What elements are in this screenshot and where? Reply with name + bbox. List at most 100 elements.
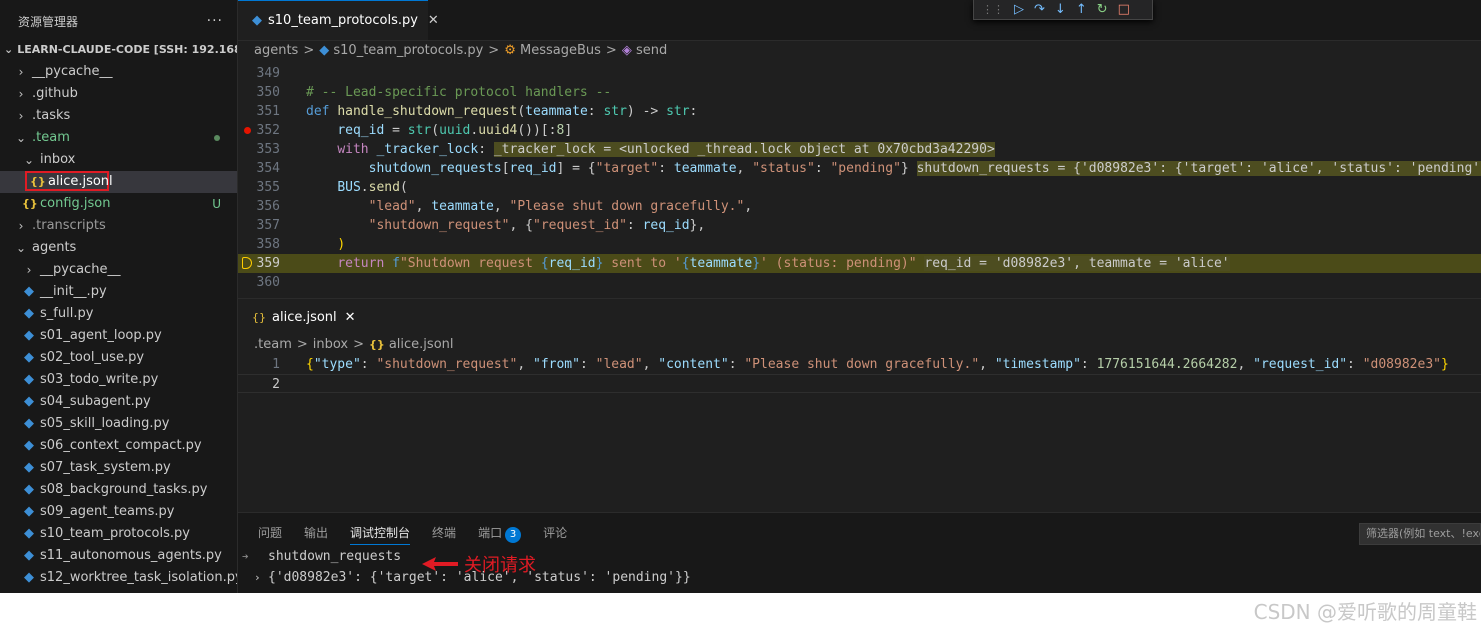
python-file-icon: ◆ bbox=[24, 482, 34, 497]
panel-tabs: 问题 输出 调试控制台 终端 端口 3 评论 bbox=[258, 525, 567, 545]
code-line: 1 {"type": "shutdown_request", "from": "l… bbox=[272, 357, 1449, 372]
json-file-icon: {} bbox=[22, 197, 38, 210]
chevron-down-icon: ⌄ bbox=[4, 43, 14, 56]
chevron-right-icon: › bbox=[18, 87, 24, 101]
breadcrumb-item[interactable]: alice.jsonl bbox=[389, 337, 454, 352]
json-file-icon: {} bbox=[369, 338, 385, 351]
tree-file-s04[interactable]: ◆ s04_subagent.py bbox=[0, 391, 237, 413]
breadcrumb-separator: > bbox=[303, 43, 315, 58]
python-file-icon: ◆ bbox=[24, 438, 34, 453]
tree-file-s12[interactable]: ◆ s12_worktree_task_isolation.py bbox=[0, 567, 237, 589]
filter-input[interactable]: 筛选器(例如 text、!exclude bbox=[1359, 523, 1481, 545]
tree-folder-tasks[interactable]: › .tasks bbox=[0, 105, 237, 127]
stop-icon[interactable]: □ bbox=[1118, 1, 1130, 19]
debug-toolbar: ⋮⋮ ▷ ↷ ↓ ↑ ↻ □ bbox=[973, 0, 1153, 20]
editor-tab-bar: ◆ s10_team_protocols.py ✕ bbox=[238, 0, 1481, 41]
code-line: 357 "shutdown_request", {"request_id": r… bbox=[256, 218, 706, 233]
explorer-sidebar: 资源管理器 ··· ⌄ LEARN-CLAUDE-CODE [SSH: 192.1… bbox=[0, 0, 238, 593]
tab-label: s10_team_protocols.py bbox=[268, 13, 418, 28]
bottom-panel: 问题 输出 调试控制台 终端 端口3 评论 筛选器(例如 text、!exclu… bbox=[238, 512, 1481, 593]
python-file-icon: ◆ bbox=[24, 570, 34, 585]
tree-folder-agents[interactable]: ⌄ agents bbox=[0, 237, 237, 259]
tab-ports[interactable]: 端口 3 bbox=[478, 525, 522, 545]
tree-folder-github[interactable]: › .github bbox=[0, 83, 237, 105]
breadcrumb-item[interactable]: .team bbox=[254, 337, 292, 352]
drag-handle-icon[interactable]: ⋮⋮ bbox=[982, 1, 1004, 19]
code-line: 350 # -- Lead-specific protocol handlers … bbox=[256, 85, 612, 100]
tab-comments[interactable]: 评论 bbox=[543, 525, 567, 545]
json-file-icon: {} bbox=[30, 175, 46, 188]
json-file-icon: {} bbox=[252, 310, 266, 324]
tree-file-config-json[interactable]: {} config.json U bbox=[0, 193, 237, 215]
more-actions-icon[interactable]: ··· bbox=[207, 13, 223, 29]
tree-folder-agents-pycache[interactable]: › __pycache__ bbox=[0, 259, 237, 281]
tree-file-s03[interactable]: ◆ s03_todo_write.py bbox=[0, 369, 237, 391]
restart-icon[interactable]: ↻ bbox=[1097, 1, 1108, 19]
tree-file-s07[interactable]: ◆ s07_task_system.py bbox=[0, 457, 237, 479]
close-icon[interactable]: ✕ bbox=[345, 310, 356, 325]
chevron-right-icon: › bbox=[18, 219, 24, 233]
python-file-icon: ◆ bbox=[24, 372, 34, 387]
chevron-right-icon: › bbox=[18, 65, 24, 79]
tab-alice-jsonl[interactable]: {} alice.jsonl ✕ bbox=[238, 299, 356, 335]
continue-icon[interactable]: ▷ bbox=[1014, 1, 1024, 19]
python-file-icon: ◆ bbox=[319, 43, 330, 58]
breadcrumb-item[interactable]: inbox bbox=[313, 337, 348, 352]
tab-output[interactable]: 输出 bbox=[304, 525, 328, 545]
code-line: 358 ) bbox=[256, 237, 346, 252]
python-file-icon: ◆ bbox=[24, 526, 34, 541]
python-file-icon: ◆ bbox=[24, 460, 34, 475]
step-out-icon[interactable]: ↑ bbox=[1076, 1, 1087, 19]
chevron-right-icon: › bbox=[18, 109, 24, 123]
vscode-window: 资源管理器 ··· ⌄ LEARN-CLAUDE-CODE [SSH: 192.1… bbox=[0, 0, 1481, 593]
close-icon[interactable]: ✕ bbox=[428, 13, 439, 28]
tree-folder-inbox[interactable]: ⌄ inbox bbox=[0, 149, 237, 171]
tree-file-s08[interactable]: ◆ s08_background_tasks.py bbox=[0, 479, 237, 501]
tab-problems[interactable]: 问题 bbox=[258, 525, 282, 545]
tree-file-s09[interactable]: ◆ s09_agent_teams.py bbox=[0, 501, 237, 523]
python-file-icon: ◆ bbox=[24, 306, 34, 321]
python-file-icon: ◆ bbox=[24, 416, 34, 431]
breadcrumb-item[interactable]: s10_team_protocols.py bbox=[333, 43, 483, 58]
tree-file-s-full[interactable]: ◆ s_full.py bbox=[0, 303, 237, 325]
python-file-icon: ◆ bbox=[24, 504, 34, 519]
tree-file-s01[interactable]: ◆ s01_agent_loop.py bbox=[0, 325, 237, 347]
step-into-icon[interactable]: ↓ bbox=[1055, 1, 1066, 19]
breadcrumb: agents > ◆ s10_team_protocols.py > ⚙ Message… bbox=[254, 42, 667, 60]
editor-area: ◆ s10_team_protocols.py ✕ ⋮⋮ ▷ ↷ ↓ ↑ ↻ □… bbox=[238, 0, 1481, 593]
workspace-root[interactable]: ⌄LEARN-CLAUDE-CODE [SSH: 192.168.53.... bbox=[0, 42, 237, 58]
tree-file-s06[interactable]: ◆ s06_context_compact.py bbox=[0, 435, 237, 457]
tab-debug-console[interactable]: 调试控制台 bbox=[350, 525, 411, 545]
watermark: CSDN @爱听歌的周童鞋 bbox=[1253, 600, 1477, 624]
chevron-right-icon: › bbox=[254, 571, 261, 584]
breadcrumb-separator: > bbox=[605, 43, 617, 58]
code-line: 2 bbox=[238, 374, 1481, 393]
breadcrumb-item[interactable]: send bbox=[636, 43, 667, 58]
breadcrumb-item[interactable]: MessageBus bbox=[520, 43, 601, 58]
tab-s10-team-protocols[interactable]: ◆ s10_team_protocols.py ✕ bbox=[238, 0, 439, 40]
tree-file-init[interactable]: ◆ __init__.py bbox=[0, 281, 237, 303]
python-file-icon: ◆ bbox=[24, 394, 34, 409]
chevron-down-icon: ⌄ bbox=[24, 153, 35, 167]
tree-file-alice-jsonl[interactable]: {} alice.jsonl bbox=[0, 171, 237, 193]
tree-file-s05[interactable]: ◆ s05_skill_loading.py bbox=[0, 413, 237, 435]
tree-folder-transcripts[interactable]: › .transcripts bbox=[0, 215, 237, 237]
step-over-icon[interactable]: ↷ bbox=[1034, 1, 1045, 19]
python-file-icon: ◆ bbox=[24, 350, 34, 365]
code-line: 354 shutdown_requests[req_id] = {"target… bbox=[238, 159, 1481, 178]
inline-value: req_id = 'd08982e3', teammate = 'alice' bbox=[924, 256, 1230, 271]
breadcrumb-item[interactable]: agents bbox=[254, 43, 298, 58]
tree-file-s11[interactable]: ◆ s11_autonomous_agents.py bbox=[0, 545, 237, 567]
tree-file-s10[interactable]: ◆ s10_team_protocols.py bbox=[0, 523, 237, 545]
code-line: 352 req_id = str(uuid.uuid4())[:8] bbox=[238, 121, 1481, 140]
tab-terminal[interactable]: 终端 bbox=[432, 525, 456, 545]
tree-folder-team[interactable]: ⌄ .team bbox=[0, 127, 237, 149]
code-line: 349 bbox=[256, 66, 280, 81]
class-icon: ⚙ bbox=[504, 43, 516, 58]
code-line: 351 def handle_shutdown_request(teammate:… bbox=[256, 104, 698, 119]
tree-file-s02[interactable]: ◆ s02_tool_use.py bbox=[0, 347, 237, 369]
breadcrumb: .team > inbox > {} alice.jsonl bbox=[254, 336, 454, 354]
tree-folder-pycache[interactable]: › __pycache__ bbox=[0, 61, 237, 83]
code-line: 355 BUS.send( bbox=[256, 180, 408, 195]
explorer-header: 资源管理器 ··· bbox=[0, 0, 237, 42]
